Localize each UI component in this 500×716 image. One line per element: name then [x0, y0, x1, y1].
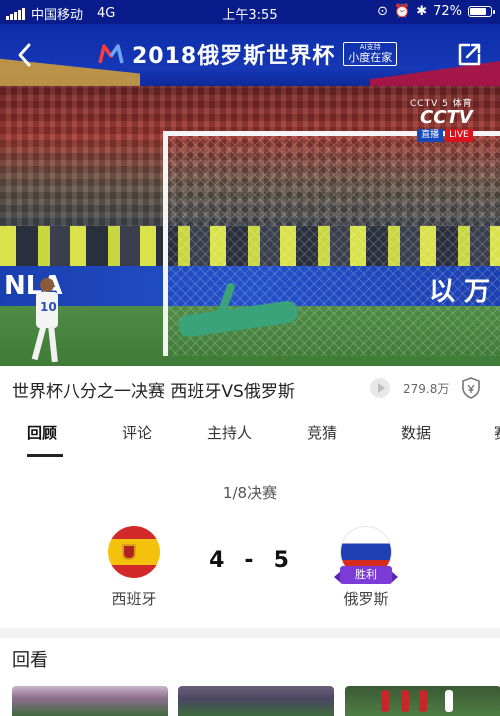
home-team-name: 西班牙 — [111, 590, 157, 608]
tab-host[interactable]: 主持人 — [207, 422, 252, 443]
match-round: 1/8决赛 — [222, 484, 278, 502]
broadcaster-brand: CCTV — [420, 107, 473, 128]
broadcaster-logo: CCTV 5 体育 CCTV 直播 LIVE — [410, 96, 473, 142]
winner-badge: 胜利 — [334, 566, 398, 584]
battery-icon — [468, 6, 495, 17]
worldcup-logo-icon — [98, 44, 124, 64]
active-tab-indicator — [27, 454, 63, 457]
section-divider — [0, 628, 500, 638]
video-player[interactable]: NLA 以 万 10 CCTV 5 体育 CCTV 直播 LIVE — [0, 86, 500, 366]
score-separator: - — [244, 548, 256, 573]
header-title-group: 2018俄罗斯世界杯 AI支持 小度在家 — [98, 38, 398, 70]
play-icon — [370, 378, 390, 398]
tab-quiz[interactable]: 竞猜 — [307, 422, 337, 443]
away-team[interactable]: 胜利 俄罗斯 — [306, 526, 426, 609]
back-arrow-icon[interactable] — [14, 40, 36, 70]
tab-stats[interactable]: 数据 — [401, 422, 431, 443]
tab-review[interactable]: 回顾 — [27, 422, 57, 443]
ai-badge-small-text: AI支持 — [359, 43, 381, 51]
status-bar: 中国移动 4G 上午3:55 ⊙ ⏰ ✱ 72% — [0, 0, 500, 24]
ai-badge[interactable]: AI支持 小度在家 — [343, 42, 398, 66]
share-icon[interactable] — [456, 42, 482, 68]
app-header: 2018俄罗斯世界杯 AI支持 小度在家 — [0, 24, 500, 86]
replay-thumbnail[interactable] — [178, 686, 334, 716]
live-badge-cn: 直播 — [417, 129, 444, 142]
battery-percent: 72% — [433, 4, 462, 19]
rotation-lock-icon: ⊙ — [377, 4, 388, 19]
alarm-icon: ⏰ — [394, 4, 411, 19]
match-info-row: 世界杯八分之一决赛 西班牙VS俄罗斯 279.8万 — [0, 366, 500, 408]
away-team-name: 俄罗斯 — [343, 590, 389, 608]
shield-icon[interactable] — [462, 377, 480, 399]
ai-badge-main-text: 小度在家 — [348, 51, 393, 64]
live-badge-en: LIVE — [445, 129, 473, 142]
replay-section-title: 回看 — [12, 650, 48, 671]
tab-comments[interactable]: 评论 — [122, 422, 152, 443]
bluetooth-icon: ✱ — [416, 4, 428, 19]
page-title: 2018俄罗斯世界杯 — [132, 44, 336, 69]
replay-thumbnail[interactable] — [345, 686, 500, 716]
tab-bar: 回顾 评论 主持人 竞猜 数据 赛 — [0, 408, 500, 458]
view-count: 279.8万 — [403, 382, 450, 396]
replay-thumbnail[interactable] — [12, 686, 168, 716]
penalty-taker: 10 — [28, 278, 68, 366]
home-score: 4 — [209, 548, 227, 573]
player-number: 10 — [40, 300, 57, 314]
tab-schedule[interactable]: 赛 — [494, 422, 500, 443]
match-title: 世界杯八分之一决赛 西班牙VS俄罗斯 — [12, 382, 295, 402]
away-score: 5 — [273, 548, 291, 573]
winner-badge-label: 胜利 — [340, 566, 392, 584]
